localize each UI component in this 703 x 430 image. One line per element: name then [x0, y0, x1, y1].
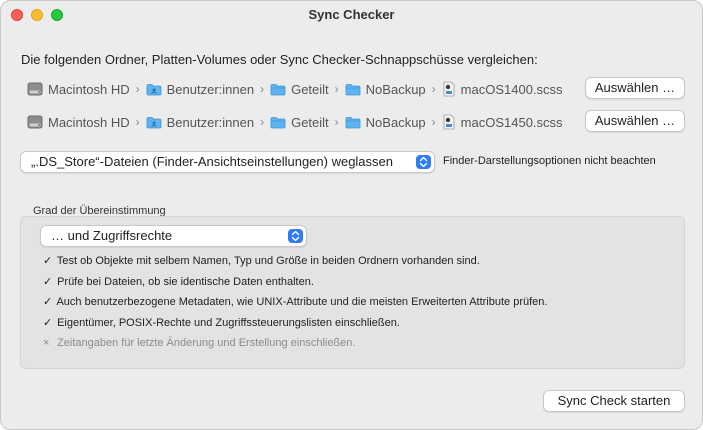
sync-checker-window: Sync Checker Die folgenden Ordner, Platt…: [0, 0, 703, 430]
path-crumb-label: Macintosh HD: [48, 81, 130, 97]
path-crumb-label: Geteilt: [291, 114, 329, 130]
list-item: ✓ Eigentümer, POSIX-Rechte und Zugriffss…: [43, 315, 547, 336]
ds-store-popup[interactable]: „.DS_Store“-Dateien (Finder-Ansichtseins…: [20, 151, 435, 173]
list-item: ✓ Auch benutzerbezogene Metadaten, wie U…: [43, 294, 547, 315]
path-crumb-label: macOS1400.scss: [460, 81, 563, 97]
list-item-text: Zeitangaben für letzte Änderung und Erst…: [57, 337, 356, 349]
users-folder-icon: [146, 83, 162, 95]
list-item-text: Test ob Objekte mit selbem Namen, Typ un…: [56, 255, 480, 267]
match-level-popup[interactable]: … und Zugriffsrechte: [40, 225, 307, 247]
hard-disk-icon: [27, 115, 43, 129]
path-crumb-label: Benutzer:innen: [166, 81, 255, 97]
path-crumb-folder[interactable]: NoBackup: [345, 82, 426, 97]
path-crumb-label: Benutzer:innen: [166, 114, 255, 130]
checkmark-icon: ✓: [43, 275, 53, 288]
match-level-popup-value: … und Zugriffsrechte: [51, 228, 173, 243]
path-crumb-label: NoBackup: [365, 114, 426, 130]
path-crumb-folder[interactable]: Geteilt: [270, 115, 329, 130]
folder-icon: [270, 83, 286, 95]
ds-store-popup-value: „.DS_Store“-Dateien (Finder-Ansichtseins…: [31, 154, 394, 169]
path-crumb-users[interactable]: Benutzer:innen: [146, 82, 254, 97]
chevron-right-icon: ›: [334, 115, 339, 129]
path-crumb-users[interactable]: Benutzer:innen: [146, 115, 254, 130]
list-item-text: Eigentümer, POSIX-Rechte und Zugriffsste…: [57, 316, 400, 329]
path-crumb-folder[interactable]: Geteilt: [270, 82, 329, 97]
path-crumb-label: macOS1450.scss: [460, 114, 563, 130]
popup-arrows-icon: [288, 229, 303, 243]
path-control-1[interactable]: Macintosh HD › Benutzer:innen › Geteilt …: [27, 79, 563, 99]
path-crumb-label: Geteilt: [291, 81, 329, 97]
chevron-right-icon: ›: [431, 82, 436, 96]
users-folder-icon: [146, 116, 162, 128]
snapshot-file-icon: [443, 81, 455, 97]
chevron-right-icon: ›: [260, 115, 265, 129]
checkmark-icon: ✓: [43, 316, 53, 329]
path-crumb-volume[interactable]: Macintosh HD: [27, 115, 130, 130]
match-level-list: ✓ Test ob Objekte mit selbem Namen, Typ …: [43, 253, 547, 356]
path-crumb-file[interactable]: macOS1450.scss: [442, 114, 563, 130]
choose-button-2[interactable]: Auswählen …: [585, 110, 685, 132]
finder-option-label: Finder-Darstellungsoptionen nicht beacht…: [443, 155, 656, 167]
chevron-right-icon: ›: [260, 82, 265, 96]
path-crumb-label: Macintosh HD: [48, 114, 130, 130]
start-sync-check-button[interactable]: Sync Check starten: [543, 390, 685, 412]
checkmark-icon: ✓: [43, 255, 53, 267]
list-item: ✓ Test ob Objekte mit selbem Namen, Typ …: [43, 253, 547, 274]
list-item-text: Prüfe bei Dateien, ob sie identische Dat…: [57, 275, 314, 288]
title-bar: Sync Checker: [1, 1, 702, 29]
path-crumb-volume[interactable]: Macintosh HD: [27, 82, 130, 97]
path-crumb-label: NoBackup: [365, 81, 426, 97]
chevron-right-icon: ›: [334, 82, 339, 96]
list-item: ✓ Prüfe bei Dateien, ob sie identische D…: [43, 274, 547, 295]
checkmark-icon: ✓: [43, 296, 53, 308]
folder-icon: [345, 83, 361, 95]
path-crumb-file[interactable]: macOS1400.scss: [442, 81, 563, 97]
list-item: × Zeitangaben für letzte Änderung und Er…: [43, 335, 547, 356]
snapshot-file-icon: [443, 114, 455, 130]
chevron-right-icon: ›: [431, 115, 436, 129]
path-crumb-folder[interactable]: NoBackup: [345, 115, 426, 130]
intro-text: Die folgenden Ordner, Platten-Volumes od…: [21, 52, 538, 67]
choose-button-1[interactable]: Auswählen …: [585, 77, 685, 99]
list-item-text: Auch benutzerbezogene Metadaten, wie UNI…: [56, 296, 548, 308]
folder-icon: [345, 116, 361, 128]
window-title: Sync Checker: [308, 7, 395, 22]
hard-disk-icon: [27, 82, 43, 96]
popup-arrows-icon: [416, 155, 431, 169]
path-control-2[interactable]: Macintosh HD › Benutzer:innen › Geteilt …: [27, 112, 563, 132]
cross-icon: ×: [43, 337, 50, 349]
chevron-right-icon: ›: [135, 82, 140, 96]
chevron-right-icon: ›: [135, 115, 140, 129]
folder-icon: [270, 116, 286, 128]
